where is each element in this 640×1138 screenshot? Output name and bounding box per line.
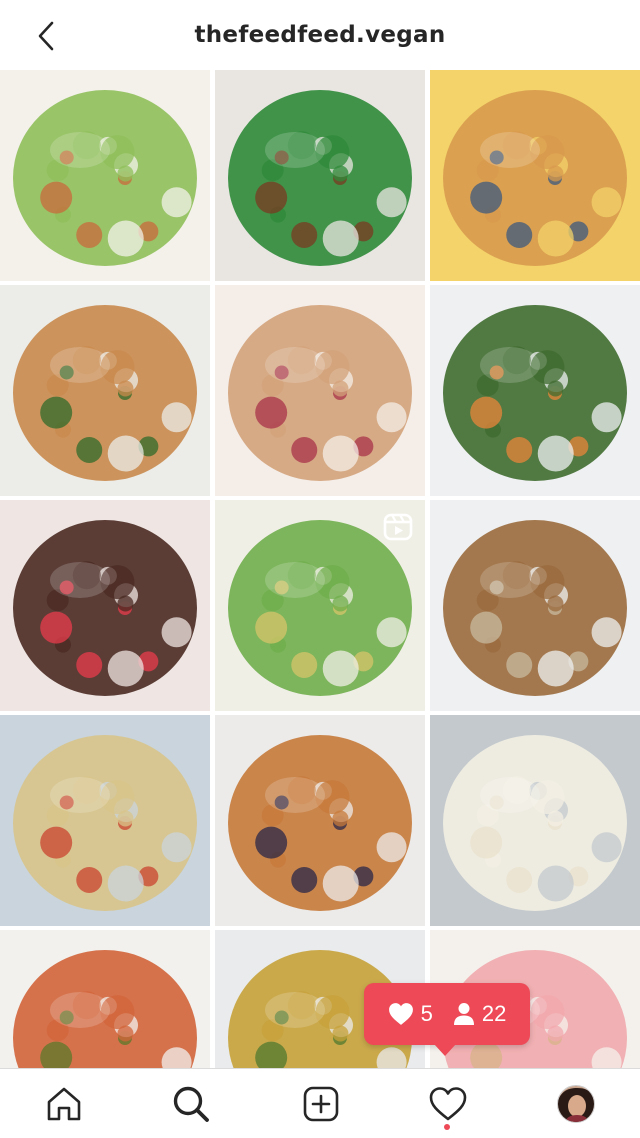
new-post-icon: [303, 1086, 339, 1122]
back-button[interactable]: [28, 18, 64, 54]
activity-heart-icon: [429, 1087, 467, 1121]
heart-icon: [388, 1003, 413, 1025]
post-edamame-veggie-bowl[interactable]: [0, 70, 210, 281]
post-rigatoni-pasta[interactable]: [0, 285, 210, 496]
nav-profile[interactable]: [555, 1083, 597, 1125]
search-icon: [173, 1086, 209, 1122]
chevron-left-icon: [38, 21, 54, 51]
post-roasted-veggie-tahini-bowl[interactable]: [430, 285, 640, 496]
home-icon: [47, 1087, 81, 1121]
post-chickpea-salad[interactable]: [215, 500, 425, 711]
activity-notification-dot: [444, 1124, 450, 1130]
post-banana-blueberry-toasts[interactable]: [215, 715, 425, 926]
reel-icon: [383, 513, 413, 541]
top-bar: thefeedfeed.vegan: [0, 0, 640, 70]
profile-avatar: [557, 1085, 595, 1123]
likes-count: 5: [420, 1001, 433, 1026]
post-glazed-bok-choy[interactable]: [215, 70, 425, 281]
post-shell-pasta-salad[interactable]: [0, 715, 210, 926]
post-chocolate-raspberry-bars[interactable]: [0, 500, 210, 711]
post-coconut-cake[interactable]: [430, 715, 640, 926]
bottom-navigation: [0, 1068, 640, 1138]
post-hummus-grazing-platter[interactable]: [0, 930, 210, 1068]
post-fig-and-banana-toasts[interactable]: [215, 285, 425, 496]
followers-count: 22: [481, 1001, 507, 1026]
nav-activity[interactable]: [427, 1083, 469, 1125]
profile-username-title: thefeedfeed.vegan: [194, 22, 446, 48]
post-crispy-breaded-tofu[interactable]: [430, 70, 640, 281]
person-icon: [453, 1003, 474, 1025]
nav-search[interactable]: [170, 1083, 212, 1125]
followers-indicator: 22: [453, 1001, 506, 1027]
posts-grid: [0, 70, 640, 1068]
likes-indicator: 5: [388, 1001, 433, 1027]
nav-home[interactable]: [43, 1083, 85, 1125]
nav-new-post[interactable]: [300, 1083, 342, 1125]
post-seeded-muffins[interactable]: [430, 500, 640, 711]
activity-notification-bubble[interactable]: 5 22: [364, 983, 530, 1056]
